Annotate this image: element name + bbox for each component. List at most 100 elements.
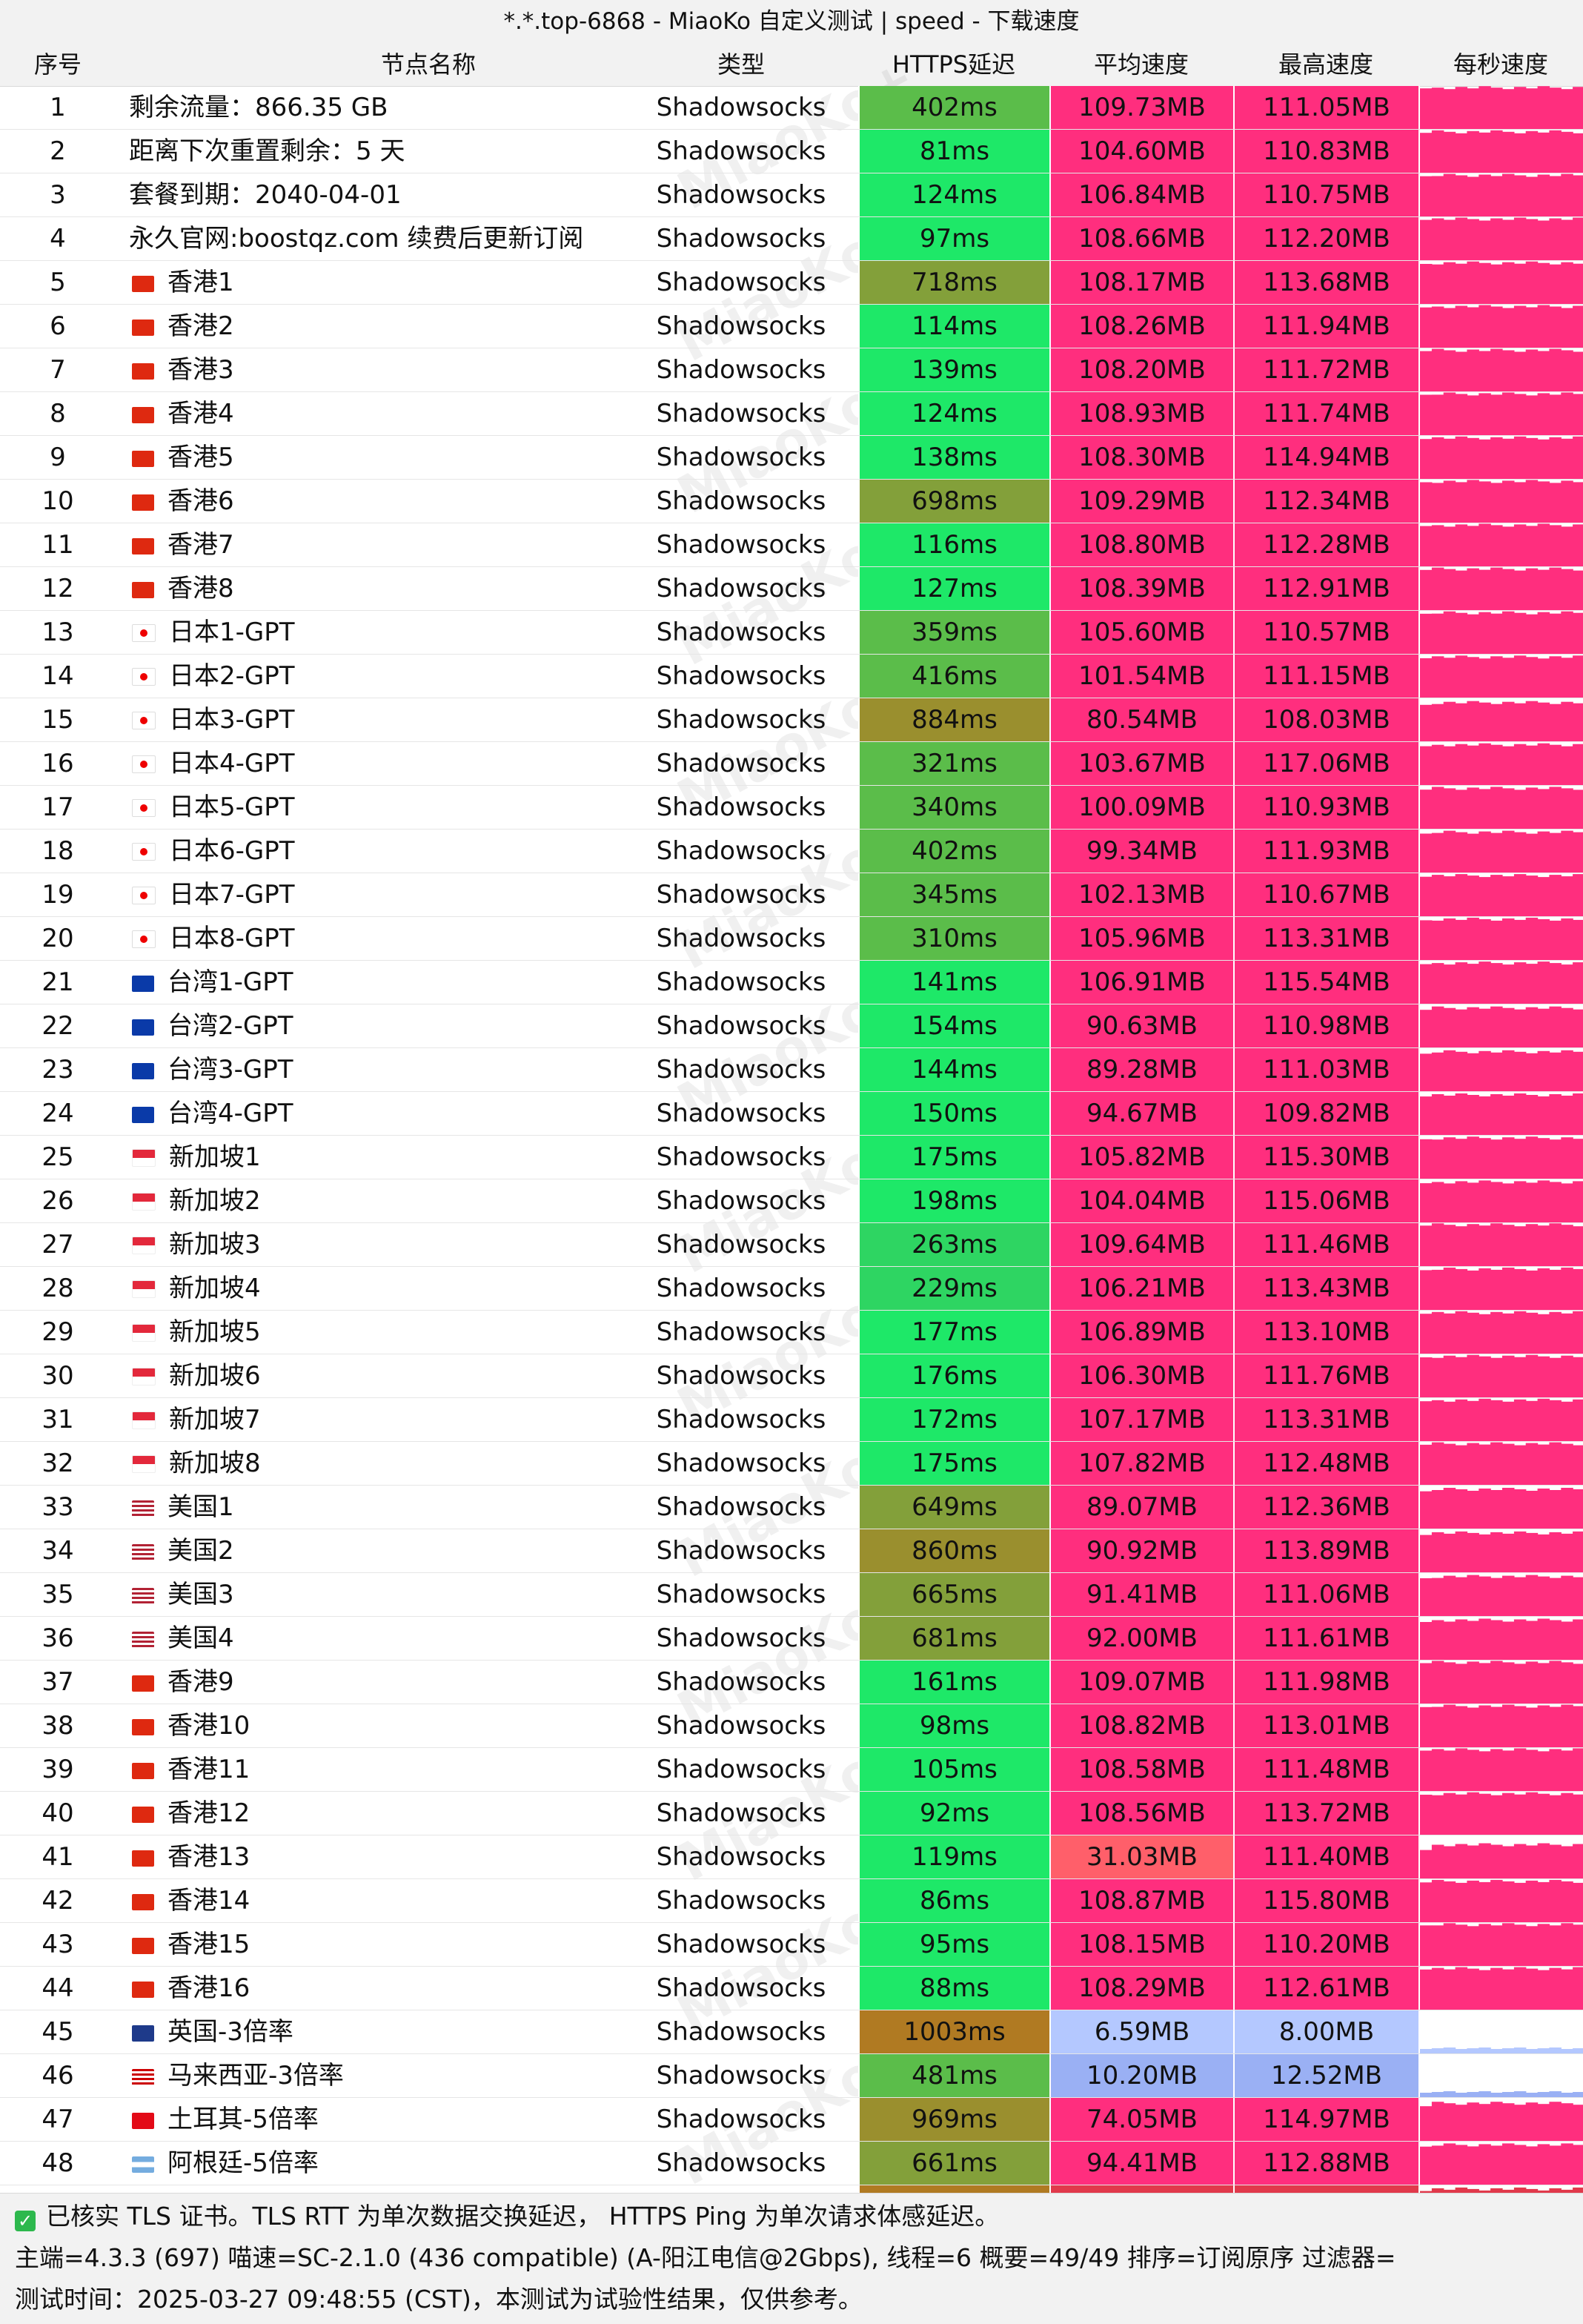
table-row[interactable]: 42 香港14 Shadowsocks 86ms 108.87MB 115.80MB bbox=[0, 1879, 1583, 1923]
table-row[interactable]: 4 永久官网:boostqz.com 续费后更新订阅 Shadowsocks 97ms… bbox=[0, 217, 1583, 261]
row-per-second-sparkline bbox=[1418, 86, 1583, 129]
row-max-speed: 112.91MB bbox=[1233, 567, 1418, 610]
row-index: 42 bbox=[42, 1886, 74, 1916]
table-row[interactable]: 22 台湾2-GPT Shadowsocks 154ms 90.63MB 110.98MB bbox=[0, 1004, 1583, 1048]
row-node-label: 距离下次重置剩余：5 天 bbox=[129, 136, 405, 166]
table-row[interactable]: 12 香港8 Shadowsocks 127ms 108.39MB 112.91MB bbox=[0, 567, 1583, 611]
us-flag-icon bbox=[132, 1500, 154, 1517]
header-https-ping[interactable]: HTTPS延迟 bbox=[858, 43, 1049, 86]
tw-flag-icon bbox=[132, 1107, 154, 1123]
table-row[interactable]: 39 香港11 Shadowsocks 105ms 108.58MB 111.48MB bbox=[0, 1748, 1583, 1792]
table-row[interactable]: 37 香港9 Shadowsocks 161ms 109.07MB 111.98MB bbox=[0, 1661, 1583, 1704]
table-row[interactable]: 46 马来西亚-3倍率 Shadowsocks 481ms 10.20MB 12.52MB bbox=[0, 2054, 1583, 2098]
table-row[interactable]: 16 日本4-GPT Shadowsocks 321ms 103.67MB 117.06M… bbox=[0, 742, 1583, 786]
row-https-ping: 310ms bbox=[858, 917, 1049, 960]
table-row[interactable]: 35 美国3 Shadowsocks 665ms 91.41MB 111.06MB bbox=[0, 1573, 1583, 1617]
table-row[interactable]: 14 日本2-GPT Shadowsocks 416ms 101.54MB 111.15M… bbox=[0, 655, 1583, 698]
table-row[interactable]: 38 香港10 Shadowsocks 98ms 108.82MB 113.01MB bbox=[0, 1704, 1583, 1748]
row-index: 19 bbox=[42, 880, 74, 910]
row-node-label: 香港13 bbox=[167, 1842, 250, 1872]
table-row[interactable]: 19 日本7-GPT Shadowsocks 345ms 102.13MB 110.67M… bbox=[0, 873, 1583, 917]
row-per-second-sparkline bbox=[1418, 873, 1583, 916]
table-row[interactable]: 34 美国2 Shadowsocks 860ms 90.92MB 113.89MB bbox=[0, 1529, 1583, 1573]
table-row[interactable]: 9 香港5 Shadowsocks 138ms 108.30MB 114.94MB bbox=[0, 436, 1583, 480]
table-row[interactable]: 2 距离下次重置剩余：5 天 Shadowsocks 81ms 104.60MB 110.… bbox=[0, 130, 1583, 173]
table-row[interactable]: 15 日本3-GPT Shadowsocks 884ms 80.54MB 108.03MB bbox=[0, 698, 1583, 742]
row-node-label: 香港8 bbox=[167, 574, 234, 603]
table-row[interactable]: 31 新加坡7 Shadowsocks 172ms 107.17MB 113.31MB bbox=[0, 1398, 1583, 1442]
header-no[interactable]: 序号 bbox=[0, 43, 116, 86]
table-row[interactable]: 44 香港16 Shadowsocks 88ms 108.29MB 112.61MB bbox=[0, 1967, 1583, 2010]
row-max-speed: 111.48MB bbox=[1233, 1748, 1418, 1791]
table-row[interactable]: 27 新加坡3 Shadowsocks 263ms 109.64MB 111.46MB bbox=[0, 1223, 1583, 1267]
row-max-speed: 115.54MB bbox=[1233, 961, 1418, 1004]
row-avg-speed: 90.92MB bbox=[1049, 1529, 1233, 1572]
table-row[interactable]: 30 新加坡6 Shadowsocks 176ms 106.30MB 111.76MB bbox=[0, 1354, 1583, 1398]
row-max-speed: 112.20MB bbox=[1233, 217, 1418, 260]
row-avg-speed: 74.05MB bbox=[1049, 2098, 1233, 2141]
header-type[interactable]: 类型 bbox=[624, 43, 858, 86]
row-type: Shadowsocks bbox=[656, 1711, 826, 1741]
row-type: Shadowsocks bbox=[656, 311, 826, 341]
row-index: 27 bbox=[42, 1230, 74, 1259]
row-index: 3 bbox=[50, 180, 66, 210]
row-node-label: 新加坡4 bbox=[169, 1274, 261, 1303]
row-https-ping: 105ms bbox=[858, 1748, 1049, 1791]
table-row[interactable]: 32 新加坡8 Shadowsocks 175ms 107.82MB 112.48MB bbox=[0, 1442, 1583, 1486]
row-max-speed: 111.72MB bbox=[1233, 348, 1418, 391]
table-row[interactable]: 5 香港1 Shadowsocks 718ms 108.17MB 113.68MB bbox=[0, 261, 1583, 305]
us-flag-icon bbox=[132, 1588, 154, 1604]
row-index: 12 bbox=[42, 574, 74, 603]
row-type: Shadowsocks bbox=[656, 1186, 826, 1216]
row-node-label: 新加坡1 bbox=[169, 1142, 261, 1172]
row-avg-speed: 31.03MB bbox=[1049, 1835, 1233, 1878]
table-row[interactable]: 36 美国4 Shadowsocks 681ms 92.00MB 111.61MB bbox=[0, 1617, 1583, 1661]
row-https-ping: 86ms bbox=[858, 1879, 1049, 1922]
table-row[interactable]: 23 台湾3-GPT Shadowsocks 144ms 89.28MB 111.03MB bbox=[0, 1048, 1583, 1092]
table-row[interactable]: 41 香港13 Shadowsocks 119ms 31.03MB 111.40MB bbox=[0, 1835, 1583, 1879]
row-node-name: 日本7-GPT bbox=[122, 873, 625, 916]
header-avg-speed[interactable]: 平均速度 bbox=[1049, 43, 1233, 86]
table-row[interactable]: 26 新加坡2 Shadowsocks 198ms 104.04MB 115.06MB bbox=[0, 1179, 1583, 1223]
table-row[interactable]: 21 台湾1-GPT Shadowsocks 141ms 106.91MB 115.54M… bbox=[0, 961, 1583, 1004]
row-node-label: 日本8-GPT bbox=[169, 924, 295, 953]
row-index: 40 bbox=[42, 1798, 74, 1828]
us-flag-icon bbox=[132, 1632, 154, 1648]
row-node-label: 新加坡8 bbox=[169, 1449, 261, 1478]
row-index: 37 bbox=[42, 1667, 74, 1697]
table-row[interactable]: 3 套餐到期：2040-04-01 Shadowsocks 124ms 106.84MB… bbox=[0, 173, 1583, 217]
table-row[interactable]: 18 日本6-GPT Shadowsocks 402ms 99.34MB 111.93MB bbox=[0, 830, 1583, 873]
header-per-second-speed[interactable]: 每秒速度 bbox=[1418, 43, 1583, 86]
row-type: Shadowsocks bbox=[656, 880, 826, 910]
table-row[interactable]: 48 阿根廷-5倍率 Shadowsocks 661ms 94.41MB 112.88MB bbox=[0, 2142, 1583, 2185]
header-max-speed[interactable]: 最高速度 bbox=[1233, 43, 1418, 86]
row-index: 47 bbox=[42, 2105, 74, 2134]
hk-flag-icon bbox=[132, 494, 154, 511]
table-row[interactable]: 29 新加坡5 Shadowsocks 177ms 106.89MB 113.10MB bbox=[0, 1311, 1583, 1354]
row-max-speed: 112.28MB bbox=[1233, 523, 1418, 566]
table-row[interactable]: 10 香港6 Shadowsocks 698ms 109.29MB 112.34MB bbox=[0, 480, 1583, 523]
table-row[interactable]: 33 美国1 Shadowsocks 649ms 89.07MB 112.36MB bbox=[0, 1486, 1583, 1529]
table-row[interactable]: 43 香港15 Shadowsocks 95ms 108.15MB 110.20MB bbox=[0, 1923, 1583, 1967]
table-row[interactable]: 24 台湾4-GPT Shadowsocks 150ms 94.67MB 109.82MB bbox=[0, 1092, 1583, 1136]
table-row[interactable]: 17 日本5-GPT Shadowsocks 340ms 100.09MB 110.93M… bbox=[0, 786, 1583, 830]
row-max-speed: 110.67MB bbox=[1233, 873, 1418, 916]
row-avg-speed: 107.17MB bbox=[1049, 1398, 1233, 1441]
table-row[interactable]: 1 剩余流量：866.35 GB Shadowsocks 402ms 109.73MB 1… bbox=[0, 86, 1583, 130]
table-row[interactable]: 7 香港3 Shadowsocks 139ms 108.20MB 111.72MB bbox=[0, 348, 1583, 392]
table-row[interactable]: 28 新加坡4 Shadowsocks 229ms 106.21MB 113.43MB bbox=[0, 1267, 1583, 1311]
row-type: Shadowsocks bbox=[656, 1099, 826, 1128]
row-max-speed: 109.82MB bbox=[1233, 1092, 1418, 1135]
row-node-name: 新加坡3 bbox=[122, 1223, 625, 1266]
table-row[interactable]: 13 日本1-GPT Shadowsocks 359ms 105.60MB 110.57M… bbox=[0, 611, 1583, 655]
row-node-label: 套餐到期：2040-04-01 bbox=[129, 180, 402, 210]
table-row[interactable]: 45 英国-3倍率 Shadowsocks 1003ms 6.59MB 8.00MB bbox=[0, 2010, 1583, 2054]
table-row[interactable]: 40 香港12 Shadowsocks 92ms 108.56MB 113.72MB bbox=[0, 1792, 1583, 1835]
table-row[interactable]: 20 日本8-GPT Shadowsocks 310ms 105.96MB 113.31M… bbox=[0, 917, 1583, 961]
table-row[interactable]: 25 新加坡1 Shadowsocks 175ms 105.82MB 115.30MB bbox=[0, 1136, 1583, 1179]
table-row[interactable]: 47 土耳其-5倍率 Shadowsocks 969ms 74.05MB 114.97MB bbox=[0, 2098, 1583, 2142]
row-type: Shadowsocks bbox=[656, 1536, 826, 1566]
table-row[interactable]: 8 香港4 Shadowsocks 124ms 108.93MB 111.74MB bbox=[0, 392, 1583, 436]
table-row[interactable]: 11 香港7 Shadowsocks 116ms 108.80MB 112.28MB bbox=[0, 523, 1583, 567]
table-row[interactable]: 6 香港2 Shadowsocks 114ms 108.26MB 111.94MB bbox=[0, 305, 1583, 348]
